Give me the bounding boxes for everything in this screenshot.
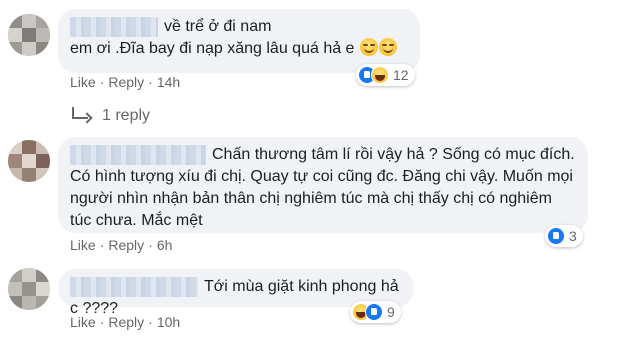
separator-dot: · — [99, 237, 105, 253]
like-button[interactable]: Like — [70, 74, 96, 90]
separator-dot: · — [99, 74, 105, 90]
reaction-summary[interactable]: 12 — [356, 64, 415, 86]
separator-dot: · — [148, 74, 153, 90]
comment-text-line1: về trể ở đi nam — [164, 18, 272, 35]
reaction-summary[interactable]: 9 — [350, 301, 401, 323]
timestamp[interactable]: 6h — [157, 237, 173, 253]
timestamp[interactable]: 14h — [157, 74, 180, 90]
author-name-redacted[interactable] — [70, 16, 158, 37]
grinning-squint-emoji-icon — [378, 38, 397, 56]
reaction-count: 12 — [393, 67, 409, 83]
reaction-count: 9 — [387, 304, 395, 320]
separator-dot: · — [148, 314, 153, 330]
separator-dot: · — [148, 237, 153, 253]
comment-actions: Like · Reply · 6h — [70, 237, 172, 253]
reaction-count: 3 — [569, 228, 577, 244]
avatar[interactable] — [8, 14, 50, 56]
timestamp[interactable]: 10h — [157, 314, 180, 330]
avatar[interactable] — [8, 140, 50, 182]
comment-actions: Like · Reply · 14h — [70, 74, 180, 90]
reply-button[interactable]: Reply — [108, 74, 144, 90]
reply-button[interactable]: Reply — [108, 237, 144, 253]
like-reaction-icon — [547, 227, 565, 245]
grinning-squint-emoji-icon — [359, 38, 378, 56]
avatar[interactable] — [8, 268, 50, 310]
like-button[interactable]: Like — [70, 237, 96, 253]
reply-arrow-icon — [72, 107, 88, 119]
separator-dot: · — [99, 314, 105, 330]
like-reaction-icon — [365, 303, 383, 321]
comment-text: Chấn thương tâm lí rồi vậy hả ? Sống có … — [70, 144, 576, 232]
haha-reaction-icon — [371, 66, 389, 84]
reaction-summary[interactable]: 3 — [545, 225, 583, 247]
comment-line-1: về trể ở đi nam — [70, 16, 408, 38]
comment-bubble: Chấn thương tâm lí rồi vậy hả ? Sống có … — [58, 137, 588, 233]
comment-text-line2: em ơi .Đĩa bay đi nạp xăng lâu quá hả e — [70, 40, 355, 57]
reply-button[interactable]: Reply — [108, 314, 144, 330]
author-name-redacted[interactable] — [70, 144, 206, 165]
like-button[interactable]: Like — [70, 314, 96, 330]
comment-actions: Like · Reply · 10h — [70, 314, 180, 330]
comment-line-2: em ơi .Đĩa bay đi nạp xăng lâu quá hả e — [70, 38, 408, 60]
reply-count-label: 1 reply — [102, 107, 151, 124]
view-replies-link[interactable]: 1 reply — [72, 107, 150, 125]
author-name-redacted[interactable] — [70, 276, 198, 297]
